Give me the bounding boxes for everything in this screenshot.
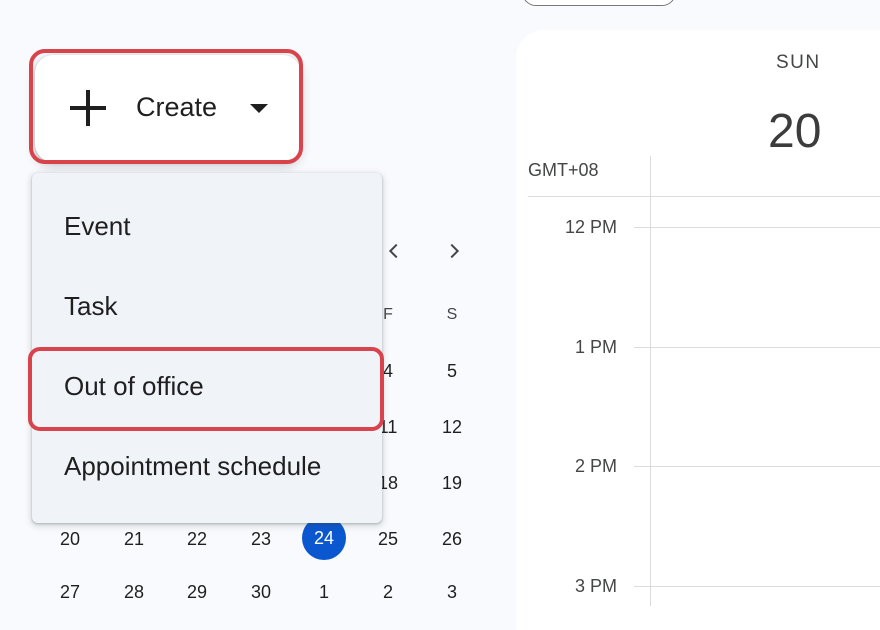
hour-line <box>634 347 880 348</box>
mini-date[interactable]: 19 <box>430 461 474 505</box>
mini-date[interactable]: 1 <box>302 570 346 614</box>
highlight-create <box>29 49 303 164</box>
chevron-left-icon[interactable] <box>383 240 405 262</box>
menu-item-event[interactable]: Event <box>64 211 131 242</box>
mini-date[interactable]: 12 <box>430 405 474 449</box>
mini-date[interactable]: 3 <box>430 570 474 614</box>
hour-line <box>634 586 880 587</box>
hour-label: 1 PM <box>574 337 617 357</box>
hour-line <box>634 227 880 228</box>
mini-date[interactable]: 30 <box>239 570 283 614</box>
day-number[interactable]: 20 <box>768 104 821 159</box>
mini-date[interactable]: 28 <box>112 570 156 614</box>
hour-label: 2 PM <box>574 456 617 476</box>
hour-line <box>634 466 880 467</box>
mini-date[interactable]: 27 <box>48 570 92 614</box>
highlight-out-of-office <box>28 347 384 431</box>
mini-date[interactable]: 22 <box>175 517 219 561</box>
hour-label: 12 PM <box>564 217 617 237</box>
mini-day-header: S <box>446 306 458 323</box>
mini-date[interactable]: 26 <box>430 517 474 561</box>
time-column-divider <box>650 156 651 606</box>
top-pill-button[interactable] <box>522 0 676 6</box>
menu-item-appointment-schedule[interactable]: Appointment schedule <box>64 451 321 482</box>
timezone-label: GMT+08 <box>528 160 599 180</box>
day-name: SUN <box>776 52 821 73</box>
hour-label: 3 PM <box>574 576 617 596</box>
mini-date[interactable]: 5 <box>430 349 474 393</box>
mini-date[interactable]: 29 <box>175 570 219 614</box>
mini-date[interactable]: 21 <box>112 517 156 561</box>
chevron-right-icon[interactable] <box>443 240 465 262</box>
menu-item-task[interactable]: Task <box>64 291 117 322</box>
mini-date[interactable]: 23 <box>239 517 283 561</box>
mini-date[interactable]: 2 <box>366 570 410 614</box>
day-view-panel <box>516 30 880 630</box>
mini-date[interactable]: 20 <box>48 517 92 561</box>
header-divider <box>528 196 880 197</box>
mini-date[interactable]: 25 <box>366 517 410 561</box>
